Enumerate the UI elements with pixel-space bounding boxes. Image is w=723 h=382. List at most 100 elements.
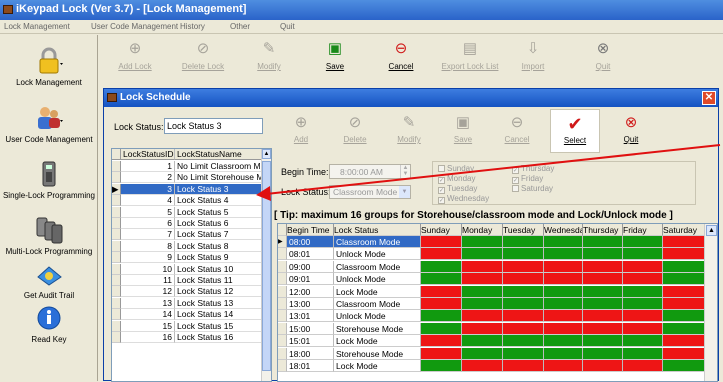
list-item[interactable]: 13 Lock Status 13 (112, 297, 271, 309)
quit-button[interactable]: ⊗ Quit (576, 35, 630, 81)
day-cell[interactable] (583, 260, 623, 273)
table-row[interactable]: 15:01 Lock Mode (278, 335, 705, 348)
row-selector[interactable] (278, 360, 287, 372)
table-row[interactable]: 13:00 Classroom Mode (278, 298, 705, 310)
row-selector[interactable] (278, 248, 287, 261)
day-cell[interactable] (421, 360, 462, 372)
column-header-id[interactable]: LockStatusID (121, 149, 175, 160)
day-cell[interactable] (462, 285, 503, 298)
row-selector[interactable] (112, 263, 121, 275)
list-item[interactable]: 12 Lock Status 12 (112, 286, 271, 298)
list-item[interactable]: 15 Lock Status 15 (112, 320, 271, 332)
list-item[interactable]: 7 Lock Status 7 (112, 229, 271, 241)
row-selector[interactable] (278, 322, 287, 335)
row-selector[interactable] (278, 260, 287, 273)
column-header-wednesday[interactable]: Wednesday (544, 224, 583, 236)
table-row[interactable]: ▶ 08:00 Classroom Mode (278, 236, 705, 248)
day-cell[interactable] (623, 285, 663, 298)
day-cell[interactable] (544, 335, 583, 348)
day-cell[interactable] (503, 260, 544, 273)
row-selector[interactable] (278, 298, 287, 310)
day-cell[interactable] (421, 298, 462, 310)
menu-quit[interactable]: Quit (280, 22, 295, 31)
day-cell[interactable] (544, 248, 583, 261)
day-cell[interactable] (503, 335, 544, 348)
row-selector[interactable] (112, 206, 121, 218)
day-cell[interactable] (503, 298, 544, 310)
list-item[interactable]: 4 Lock Status 4 (112, 195, 271, 207)
save-button[interactable]: ▣ Save (308, 35, 362, 81)
day-cell[interactable] (544, 347, 583, 360)
day-cell[interactable] (421, 260, 462, 273)
day-cell[interactable] (663, 273, 705, 286)
add-lock-button[interactable]: ⊕ Add Lock (108, 35, 162, 81)
day-cell[interactable] (663, 335, 705, 348)
table-row[interactable]: 15:00 Storehouse Mode (278, 322, 705, 335)
sidebar-item-read-key[interactable]: Read Key (0, 297, 98, 359)
lock-status-input[interactable] (164, 118, 263, 134)
day-cell[interactable] (623, 322, 663, 335)
row-selector[interactable] (112, 275, 121, 286)
list-item[interactable]: 10 Lock Status 10 (112, 263, 271, 275)
day-cell[interactable] (583, 335, 623, 348)
row-selector[interactable] (278, 273, 287, 286)
day-cell[interactable] (544, 298, 583, 310)
table-row[interactable]: 09:01 Unlock Mode (278, 273, 705, 286)
day-cell[interactable] (663, 310, 705, 323)
list-item[interactable]: 9 Lock Status 9 (112, 252, 271, 264)
column-header-lock-status[interactable]: Lock Status (334, 224, 421, 236)
row-selector[interactable] (112, 297, 121, 309)
day-cell[interactable] (544, 236, 583, 248)
day-cell[interactable] (623, 335, 663, 348)
row-selector[interactable] (112, 240, 121, 252)
day-cell[interactable] (462, 335, 503, 348)
day-cell[interactable] (544, 322, 583, 335)
table-row[interactable]: 09:00 Classroom Mode (278, 260, 705, 273)
row-selector[interactable] (112, 320, 121, 332)
day-cell[interactable] (462, 298, 503, 310)
table-row[interactable]: 13:01 Unlock Mode (278, 310, 705, 323)
day-cell[interactable] (503, 248, 544, 261)
day-cell[interactable] (583, 285, 623, 298)
column-header-thursday[interactable]: Thursday (583, 224, 623, 236)
table-row[interactable]: 08:01 Unlock Mode (278, 248, 705, 261)
day-cell[interactable] (544, 310, 583, 323)
day-cell[interactable] (544, 285, 583, 298)
day-cell[interactable] (583, 273, 623, 286)
row-selector[interactable] (112, 161, 121, 172)
menu-lock-management[interactable]: Lock Management (4, 22, 70, 31)
column-header-begin-time[interactable]: Begin Time (287, 224, 334, 236)
list-item[interactable]: 8 Lock Status 8 (112, 240, 271, 252)
day-cell[interactable] (623, 273, 663, 286)
row-selector[interactable] (112, 229, 121, 241)
import-button[interactable]: ⇩ Import (506, 35, 560, 81)
sidebar-item-single-lock-programming[interactable]: Single-Lock Programming (0, 153, 98, 215)
day-cell[interactable] (462, 273, 503, 286)
day-cell[interactable] (462, 322, 503, 335)
row-selector[interactable]: ▶ (112, 183, 121, 195)
row-selector[interactable] (278, 347, 287, 360)
day-cell[interactable] (421, 248, 462, 261)
day-cell[interactable] (583, 310, 623, 323)
menu-other[interactable]: Other (230, 22, 250, 31)
sidebar-item-lock-management[interactable]: Lock Management (0, 40, 98, 102)
day-cell[interactable] (583, 248, 623, 261)
row-selector[interactable] (112, 218, 121, 229)
day-cell[interactable] (544, 360, 583, 372)
day-cell[interactable] (623, 310, 663, 323)
list-item[interactable]: ▶ 3 Lock Status 3 (112, 183, 271, 195)
day-cell[interactable] (583, 322, 623, 335)
day-cell[interactable] (623, 248, 663, 261)
day-cell[interactable] (544, 260, 583, 273)
day-cell[interactable] (421, 310, 462, 323)
row-selector[interactable] (112, 172, 121, 184)
day-cell[interactable] (462, 248, 503, 261)
day-cell[interactable] (503, 347, 544, 360)
menu-user-code-management[interactable]: User Code Management (91, 22, 178, 31)
day-cell[interactable] (462, 310, 503, 323)
cancel-button[interactable]: ⊖ Cancel (374, 35, 428, 81)
day-cell[interactable] (623, 360, 663, 372)
table-row[interactable]: 12:00 Lock Mode (278, 285, 705, 298)
schedule-scrollbar[interactable]: ▲ (704, 224, 717, 381)
sidebar-item-user-code-management[interactable]: User Code Management (0, 97, 98, 159)
